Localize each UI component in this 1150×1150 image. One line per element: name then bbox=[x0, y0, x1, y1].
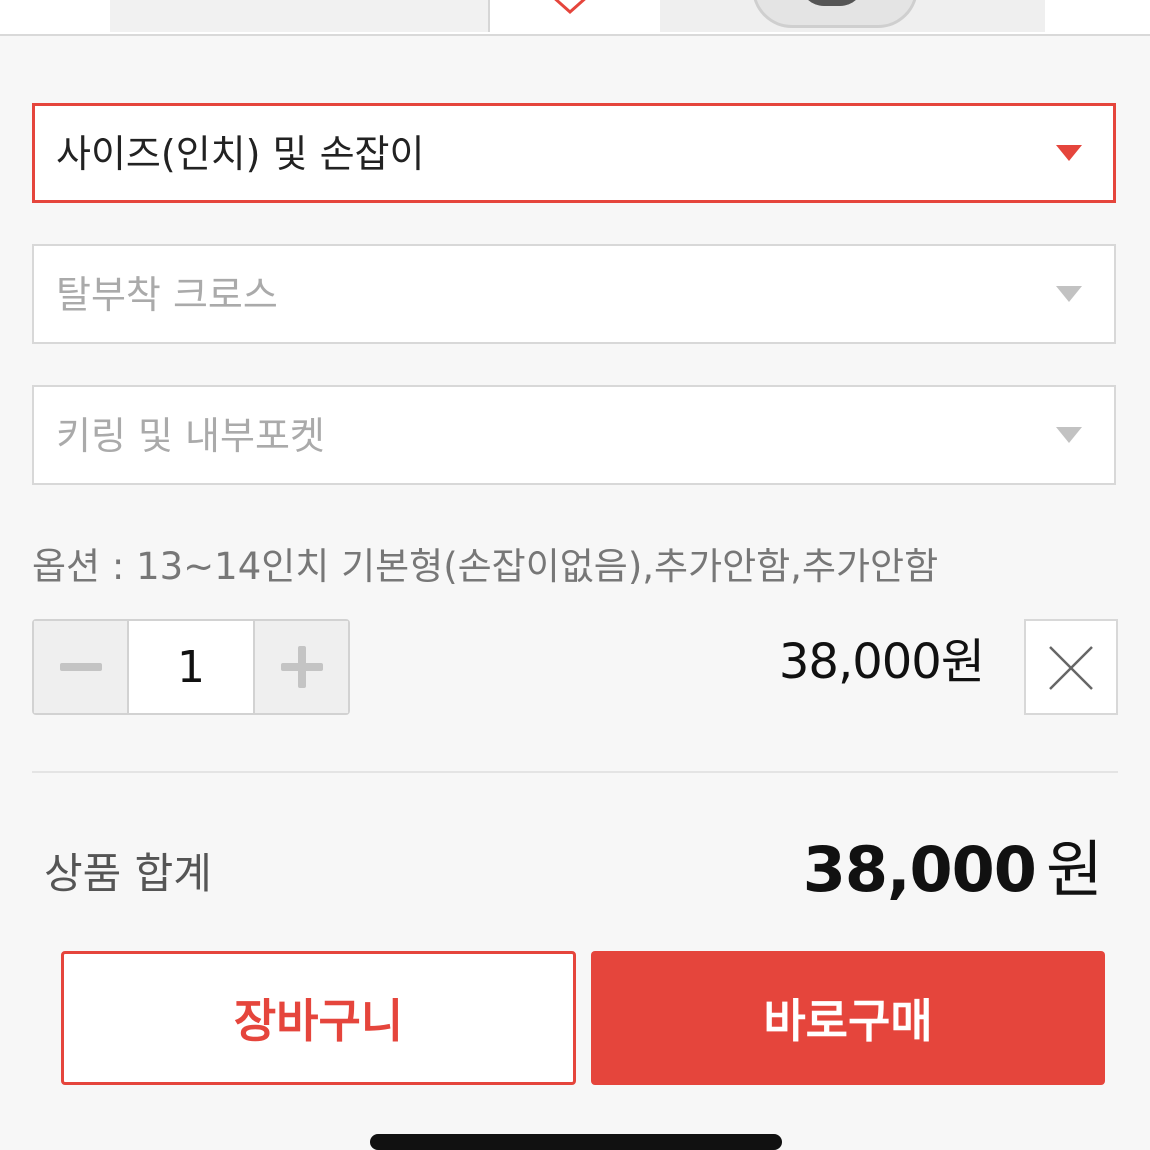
size-handle-select[interactable]: 사이즈(인치) 및 손잡이 bbox=[32, 103, 1116, 203]
selected-option-text: 옵션 : 13~14인치 기본형(손잡이없음),추가안함,추가안함 bbox=[32, 545, 939, 588]
buy-now-button[interactable]: 바로구매 bbox=[591, 951, 1105, 1085]
product-image-strip bbox=[0, 0, 1150, 36]
total-label: 상품 합계 bbox=[44, 849, 212, 898]
caret-down-icon bbox=[1056, 286, 1082, 302]
quantity-stepper: 1 bbox=[32, 619, 350, 715]
total-price: 38,000 원 bbox=[802, 832, 1103, 908]
select-label: 사이즈(인치) 및 손잡이 bbox=[56, 132, 425, 176]
home-indicator[interactable] bbox=[370, 1134, 782, 1150]
minus-icon bbox=[59, 663, 102, 671]
caret-down-icon bbox=[1056, 145, 1082, 161]
remove-option-button[interactable] bbox=[1024, 619, 1118, 715]
product-thumbnail[interactable] bbox=[660, 0, 1045, 32]
divider bbox=[32, 771, 1118, 773]
caret-down-icon bbox=[1056, 427, 1082, 443]
close-icon bbox=[1049, 646, 1093, 690]
decrease-quantity-button[interactable] bbox=[34, 621, 127, 713]
total-currency: 원 bbox=[1045, 833, 1103, 906]
select-placeholder: 키링 및 내부포켓 bbox=[56, 414, 325, 458]
option-price: 38,000원 bbox=[778, 634, 985, 690]
increase-quantity-button[interactable] bbox=[255, 621, 348, 713]
select-placeholder: 탈부착 크로스 bbox=[56, 273, 278, 317]
quantity-input[interactable]: 1 bbox=[127, 621, 255, 713]
add-to-cart-button[interactable]: 장바구니 bbox=[61, 951, 576, 1085]
plus-icon bbox=[280, 646, 323, 688]
product-thumbnail[interactable] bbox=[110, 0, 490, 32]
total-amount: 38,000 bbox=[802, 833, 1037, 906]
detachable-cross-select[interactable]: 탈부착 크로스 bbox=[32, 244, 1116, 344]
chevron-up-icon bbox=[554, 0, 586, 15]
keyring-pocket-select[interactable]: 키링 및 내부포켓 bbox=[32, 385, 1116, 485]
